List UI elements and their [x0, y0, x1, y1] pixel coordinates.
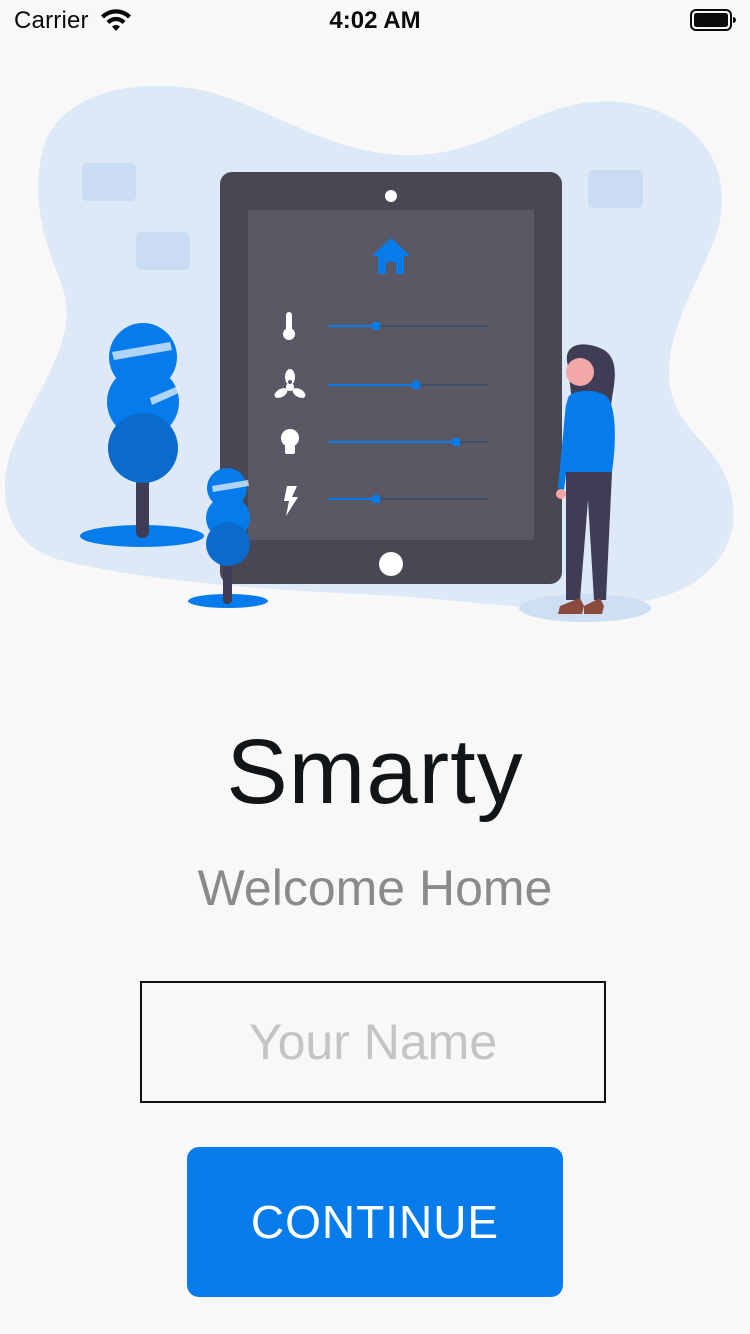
decor-square — [588, 170, 643, 208]
battery-icon — [690, 9, 736, 31]
slider-knob — [371, 321, 381, 331]
name-input[interactable] — [140, 981, 606, 1103]
tree-icon — [206, 468, 250, 566]
continue-button[interactable]: CONTINUE — [187, 1147, 563, 1297]
clock: 4:02 AM — [329, 7, 421, 34]
status-bar: Carrier 4:02 AM — [0, 0, 750, 40]
tree-icon — [107, 323, 179, 483]
decor-square — [136, 232, 190, 270]
tree-trunk — [223, 560, 232, 604]
tablet-home-button — [379, 552, 403, 576]
decor-square — [82, 163, 136, 201]
slider-knob — [371, 494, 381, 504]
slider-knob — [411, 380, 421, 390]
smart-home-illustration — [4, 85, 734, 622]
slider-knob — [451, 437, 461, 447]
app-title: Smarty — [226, 721, 524, 823]
tablet-camera — [385, 190, 397, 202]
welcome-subtitle: Welcome Home — [197, 860, 553, 916]
